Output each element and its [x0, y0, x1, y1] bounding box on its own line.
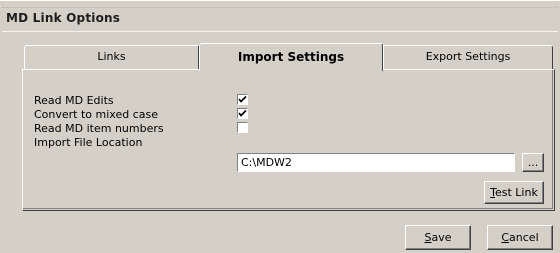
- checkmark-icon: [238, 109, 247, 117]
- checkmark-icon: [238, 95, 247, 103]
- title-divider: [2, 7, 558, 9]
- tab-export-settings-label: Export Settings: [425, 50, 511, 63]
- tab-import-settings-label: Import Settings: [237, 50, 345, 64]
- tab-import-settings[interactable]: Import Settings: [199, 43, 383, 71]
- test-link-label: est Link: [495, 186, 538, 199]
- read-md-edits-label: Read MD Edits: [34, 94, 114, 107]
- read-md-item-numbers-checkbox[interactable]: [237, 122, 248, 133]
- cancel-accel: C: [501, 231, 510, 244]
- save-button[interactable]: Save: [405, 225, 471, 250]
- tab-links-label: Links: [97, 50, 126, 63]
- md-link-options-dialog: MD Link Options Links Export Settings Im…: [0, 0, 560, 253]
- tab-links[interactable]: Links: [24, 45, 199, 69]
- dialog-title: MD Link Options: [6, 11, 121, 25]
- browse-button[interactable]: ...: [522, 153, 544, 172]
- import-settings-panel: Read MD Edits Convert to mixed case Read…: [22, 69, 555, 211]
- convert-mixed-case-checkbox[interactable]: [237, 108, 248, 119]
- cancel-label: ancel: [509, 231, 539, 244]
- read-md-edits-checkbox[interactable]: [237, 94, 248, 105]
- browse-button-label: ...: [527, 155, 539, 169]
- import-file-location-label: Import File Location: [34, 136, 143, 149]
- cancel-button[interactable]: Cancel: [487, 225, 553, 250]
- import-file-location-input[interactable]: [237, 153, 515, 172]
- save-label: ave: [431, 231, 452, 244]
- convert-mixed-case-label: Convert to mixed case: [34, 108, 159, 121]
- title-bar: MD Link Options: [2, 1, 558, 32]
- read-md-item-numbers-label: Read MD item numbers: [34, 122, 164, 135]
- tab-export-settings[interactable]: Export Settings: [383, 45, 553, 69]
- test-link-button[interactable]: Test Link: [484, 181, 544, 204]
